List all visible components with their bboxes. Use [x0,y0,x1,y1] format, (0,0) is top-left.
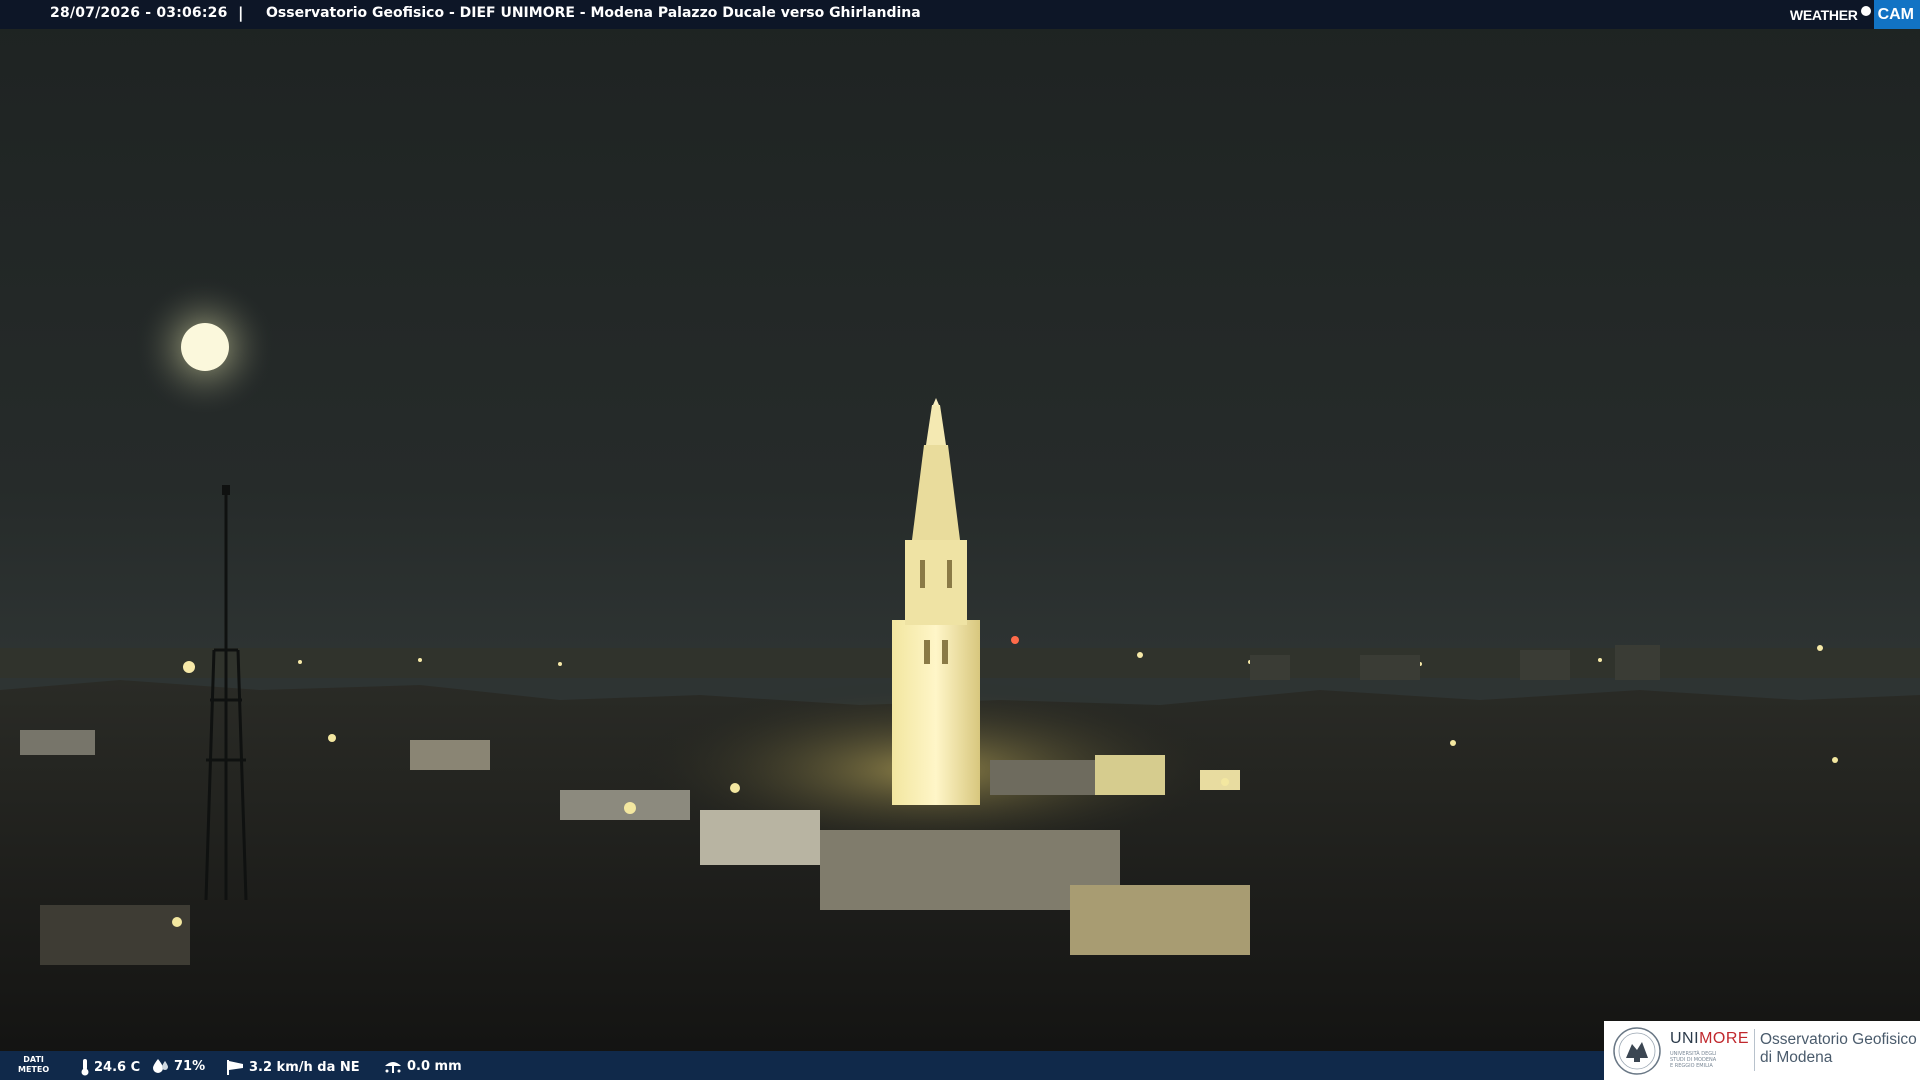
meteo-label: DATI METEO [18,1055,50,1074]
wind-value: 3.2 km/h da NE [249,1059,360,1075]
caption-bar: 28/07/2026 - 03:06:26 | Osservatorio Geo… [0,0,1920,29]
unimore-seal-icon [1613,1027,1661,1075]
temperature-value: 24.6 C [94,1059,141,1075]
observatory-name: Osservatorio Geofisico di Modena [1760,1031,1917,1066]
temperature-reading: 24.6 C [80,1058,140,1076]
weathercam-logo: WEATHER CAM [1790,0,1920,29]
logo-divider [1754,1029,1755,1071]
rain-gauge-icon [385,1062,401,1073]
weathercam-logo-cam: CAM [1873,0,1920,29]
unimore-wordmark: UNIMORE [1670,1030,1750,1047]
webcam-frame: 28/07/2026 - 03:06:26 | Osservatorio Geo… [0,0,1920,1080]
unimore-subtitle: UNIVERSITÀ DEGLI STUDI DI MODENA E REGGI… [1670,1051,1717,1069]
weathercam-logo-dot [1860,5,1871,16]
rain-value: 0.0 mm [407,1058,462,1074]
timestamp: 28/07/2026 - 03:06:26 [50,5,228,21]
caption-separator: | [238,4,244,22]
webcam-night-scene [0,0,1920,1080]
rain-reading: 0.0 mm [383,1058,462,1074]
observatory-logo: UNIMORE UNIVERSITÀ DEGLI STUDI DI MODENA… [1604,1021,1920,1080]
humidity-reading: 71% [152,1058,205,1074]
wind-reading: 3.2 km/h da NE [225,1058,360,1076]
camera-caption: Osservatorio Geofisico - DIEF UNIMORE - … [266,5,921,21]
thermometer-icon [81,1059,89,1076]
humidity-value: 71% [174,1058,206,1074]
wind-sock-icon [227,1060,243,1075]
weathercam-logo-weather: WEATHER [1789,6,1858,23]
meteo-bar: DATI METEO 24.6 C 71% 3.2 km/h da NE 0.0… [0,1051,1604,1080]
humidity-drop-icon [153,1059,168,1073]
